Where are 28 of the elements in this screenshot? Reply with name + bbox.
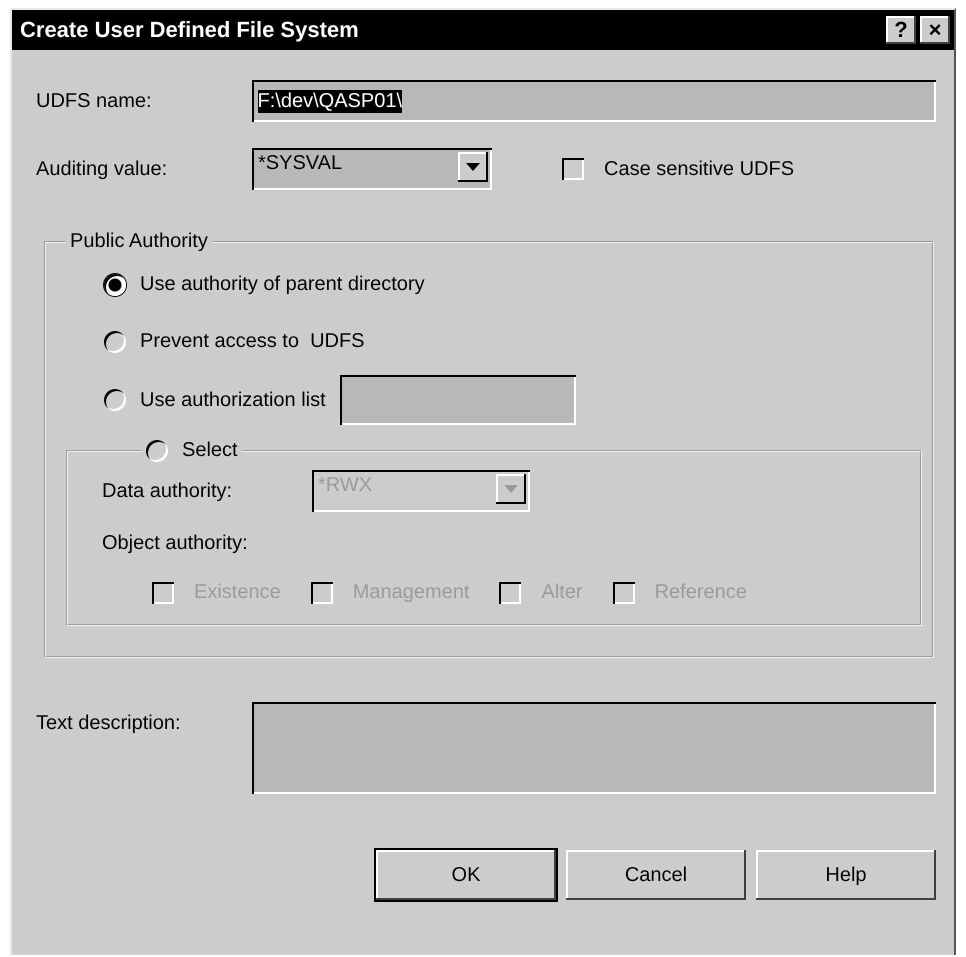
radio-button[interactable] <box>146 440 168 462</box>
udfs-name-field[interactable]: F:\dev\QASP01\ <box>252 80 936 122</box>
radio-option[interactable]: Prevent access to UDFS <box>104 330 932 353</box>
dialog-button[interactable]: OK <box>376 850 556 900</box>
group-title: Public Authority <box>70 230 208 252</box>
help-button[interactable]: ? <box>886 16 916 44</box>
radio-option[interactable]: Use authority of parent directory <box>104 273 932 296</box>
field-label: Text description: <box>36 712 182 735</box>
radio-button[interactable] <box>104 389 126 411</box>
auditing-dropdown[interactable]: *SYSVAL <box>252 148 492 190</box>
dropdown-arrow-icon <box>466 163 480 171</box>
authorization-list-field[interactable] <box>340 375 576 425</box>
dialog-button[interactable]: Cancel <box>566 850 746 900</box>
radio-option[interactable]: Use authorization list <box>104 388 326 412</box>
checkbox-label: Case sensitive UDFS <box>604 158 794 180</box>
radio-option[interactable]: Select <box>146 439 238 462</box>
radio-button[interactable] <box>104 274 126 296</box>
field-label: UDFS name: <box>36 90 153 112</box>
window-title: Create User Defined File System <box>20 17 359 43</box>
close-button[interactable]: × <box>920 16 950 44</box>
text-description-field[interactable] <box>252 702 936 794</box>
checkbox[interactable] <box>562 158 584 180</box>
field-label: Object authority: <box>102 532 248 554</box>
radio-button[interactable] <box>104 330 126 352</box>
field-label: Auditing value: <box>36 158 168 180</box>
dialog-button[interactable]: Help <box>756 850 936 900</box>
dropdown-arrow-icon <box>504 485 518 493</box>
field-label: Data authority: <box>102 480 234 502</box>
